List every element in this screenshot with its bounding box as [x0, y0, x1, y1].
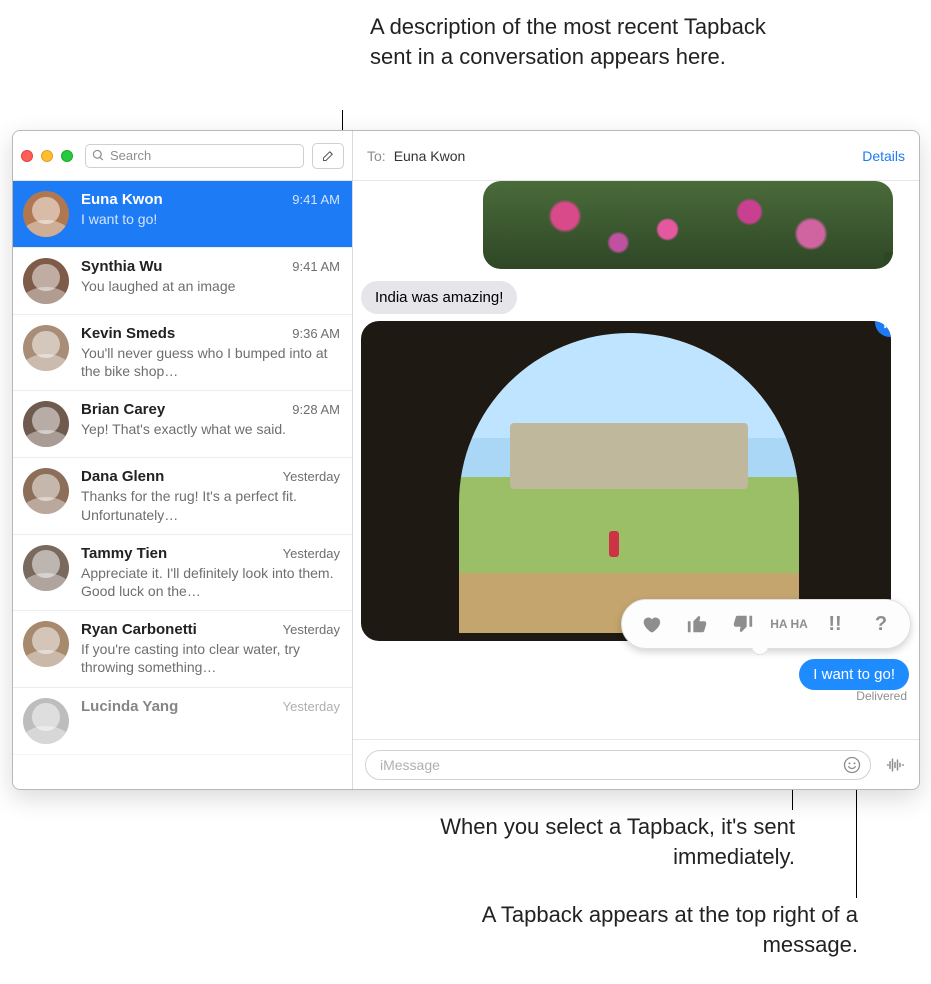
conversation-snippet: If you're casting into clear water, try …: [81, 640, 340, 676]
message-input[interactable]: iMessage: [365, 750, 871, 780]
to-label: To:: [367, 148, 386, 164]
avatar: [23, 468, 69, 514]
contact-name: Euna Kwon: [81, 191, 163, 208]
avatar: [23, 258, 69, 304]
image-content: [459, 333, 799, 633]
contact-name: Brian Carey: [81, 401, 165, 418]
conversation-header: To: Euna Kwon Details: [353, 131, 919, 181]
thumbs-up-icon: [686, 613, 708, 635]
tapback-dislike[interactable]: [724, 605, 762, 643]
contact-name: Tammy Tien: [81, 545, 167, 562]
tapback-like-badge[interactable]: [875, 321, 891, 337]
conversation-item[interactable]: Brian Carey 9:28 AM Yep! That's exactly w…: [13, 391, 352, 458]
waveform-icon: [885, 755, 905, 775]
conversation-time: Yesterday: [283, 699, 340, 714]
conversation-snippet: Thanks for the rug! It's a perfect fit. …: [81, 487, 340, 523]
compose-bar: iMessage: [353, 739, 919, 789]
conversation-time: 9:41 AM: [292, 192, 340, 207]
contact-name: Ryan Carbonetti: [81, 621, 197, 638]
delivered-status: Delivered: [856, 689, 907, 703]
close-button[interactable]: [21, 150, 33, 162]
conversation-item[interactable]: Kevin Smeds 9:36 AM You'll never guess wh…: [13, 315, 352, 391]
avatar: [23, 545, 69, 591]
tapback-emphasize[interactable]: !!: [816, 605, 854, 643]
messages-window: Search Euna Kwon 9:41 AM I want to go! Sy…: [12, 130, 920, 790]
tapback-like[interactable]: [678, 605, 716, 643]
callout-bottom: A Tapback appears at the top right of a …: [478, 900, 858, 959]
conversation-list: Euna Kwon 9:41 AM I want to go! Synthia W…: [13, 181, 352, 789]
avatar: [23, 698, 69, 744]
callout-top: A description of the most recent Tapback…: [370, 12, 790, 71]
tapback-picker-tail-icon: [752, 642, 769, 659]
messages-area[interactable]: India was amazing! HA HA !! ? I want to …: [353, 181, 919, 739]
conversation-time: 9:41 AM: [292, 259, 340, 274]
search-input[interactable]: Search: [85, 144, 304, 168]
conversation-time: 9:36 AM: [292, 326, 340, 341]
avatar: [23, 325, 69, 371]
callout-middle: When you select a Tapback, it's sent imm…: [415, 812, 795, 871]
outgoing-message-bubble[interactable]: I want to go!: [799, 659, 909, 690]
thumbs-up-icon: [883, 321, 892, 330]
audio-message-button[interactable]: [883, 755, 907, 775]
conversation-item[interactable]: Euna Kwon 9:41 AM I want to go!: [13, 181, 352, 248]
zoom-button[interactable]: [61, 150, 73, 162]
thumbs-down-icon: [732, 613, 754, 635]
compose-icon: [321, 148, 336, 163]
avatar: [23, 191, 69, 237]
sidebar: Search Euna Kwon 9:41 AM I want to go! Sy…: [13, 131, 353, 789]
sent-image-message[interactable]: [483, 181, 893, 269]
conversation-snippet: Appreciate it. I'll definitely look into…: [81, 564, 340, 600]
tapback-haha[interactable]: HA HA: [770, 605, 808, 643]
search-icon: [92, 149, 105, 162]
avatar: [23, 621, 69, 667]
conversation-snippet: Yep! That's exactly what we said.: [81, 420, 340, 438]
tapback-picker: HA HA !! ?: [621, 599, 911, 649]
details-button[interactable]: Details: [862, 148, 905, 164]
search-placeholder: Search: [110, 148, 151, 163]
conversation-snippet: You laughed at an image: [81, 277, 340, 295]
recipient-name: Euna Kwon: [394, 148, 466, 164]
conversation-pane: To: Euna Kwon Details India was amazing!…: [353, 131, 919, 789]
conversation-item[interactable]: Lucinda Yang Yesterday: [13, 688, 352, 755]
conversation-time: Yesterday: [283, 546, 340, 561]
emoji-button[interactable]: [842, 755, 862, 778]
contact-name: Kevin Smeds: [81, 325, 175, 342]
sidebar-toolbar: Search: [13, 131, 352, 181]
avatar: [23, 401, 69, 447]
tapback-question[interactable]: ?: [862, 605, 900, 643]
compose-button[interactable]: [312, 143, 344, 169]
emoji-icon: [842, 755, 862, 775]
conversation-item[interactable]: Dana Glenn Yesterday Thanks for the rug! …: [13, 458, 352, 534]
conversation-item[interactable]: Synthia Wu 9:41 AM You laughed at an imag…: [13, 248, 352, 315]
incoming-message-bubble[interactable]: India was amazing!: [361, 281, 517, 314]
conversation-item[interactable]: Tammy Tien Yesterday Appreciate it. I'll …: [13, 535, 352, 611]
minimize-button[interactable]: [41, 150, 53, 162]
conversation-item[interactable]: Ryan Carbonetti Yesterday If you're casti…: [13, 611, 352, 687]
contact-name: Dana Glenn: [81, 468, 164, 485]
received-image-message[interactable]: [361, 321, 891, 641]
message-placeholder: iMessage: [380, 757, 440, 773]
conversation-time: Yesterday: [283, 469, 340, 484]
contact-name: Lucinda Yang: [81, 698, 178, 715]
contact-name: Synthia Wu: [81, 258, 162, 275]
window-controls: [21, 150, 73, 162]
heart-icon: [640, 613, 662, 635]
conversation-time: Yesterday: [283, 622, 340, 637]
conversation-snippet: I want to go!: [81, 210, 340, 228]
conversation-time: 9:28 AM: [292, 402, 340, 417]
conversation-snippet: You'll never guess who I bumped into at …: [81, 344, 340, 380]
tapback-heart[interactable]: [632, 605, 670, 643]
